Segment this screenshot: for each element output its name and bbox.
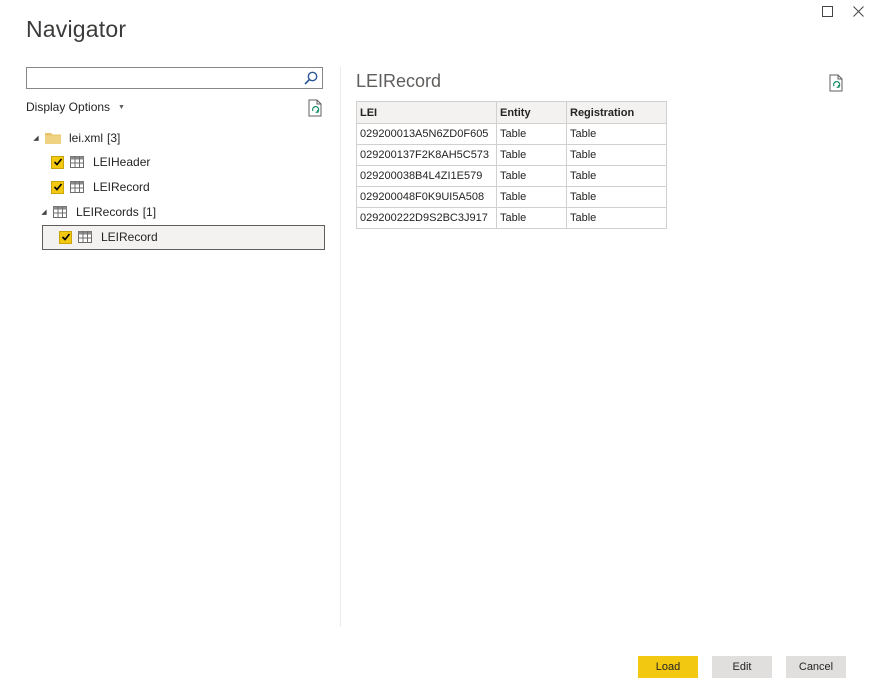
- column-header[interactable]: LEI: [356, 101, 497, 124]
- refresh-icon[interactable]: [307, 99, 323, 117]
- table-cell: 029200038B4L4ZI1E579: [356, 165, 497, 187]
- search-icon[interactable]: [303, 70, 319, 86]
- cancel-button[interactable]: Cancel: [786, 656, 846, 678]
- checkbox[interactable]: [51, 180, 64, 194]
- tree-item-leiheader[interactable]: LEIHeader: [51, 151, 150, 173]
- preview-title: LEIRecord: [356, 71, 442, 91]
- table-cell: 029200013A5N6ZD0F605: [356, 123, 497, 145]
- dialog-title: Navigator: [26, 16, 127, 42]
- tree-item-label: LEIHeader: [93, 155, 151, 169]
- table-cell: 029200222D9S2BC3J917: [356, 207, 497, 229]
- tree-node-label: lei.xml: [69, 131, 104, 145]
- maximize-icon: [821, 5, 833, 17]
- chevron-down-icon: ▼: [118, 103, 125, 111]
- table-icon: [78, 231, 92, 243]
- maximize-button[interactable]: [819, 3, 835, 19]
- display-options-label: Display Options: [26, 100, 111, 114]
- table-header-row: LEI Entity Registration: [356, 101, 667, 124]
- tree-node-label: LEIRecords: [76, 205, 139, 219]
- table-row: 029200048F0K9UI5A508 Table Table: [356, 186, 667, 208]
- expand-collapse-icon[interactable]: ◢: [40, 208, 48, 216]
- tree-node-root[interactable]: ◢ lei.xml [3]: [32, 127, 120, 149]
- table-cell[interactable]: Table: [496, 207, 567, 229]
- table-row: 029200137F2K8AH5C573 Table Table: [356, 144, 667, 166]
- table-cell[interactable]: Table: [496, 144, 567, 166]
- table-cell[interactable]: Table: [566, 165, 667, 187]
- table-cell[interactable]: Table: [496, 186, 567, 208]
- close-icon: [852, 5, 864, 17]
- table-cell: 029200048F0K9UI5A508: [356, 186, 497, 208]
- column-header[interactable]: Registration: [566, 101, 667, 124]
- checkbox[interactable]: [51, 155, 64, 169]
- table-icon: [70, 156, 84, 168]
- table-row: 029200013A5N6ZD0F605 Table Table: [356, 123, 667, 145]
- pane-divider[interactable]: [340, 67, 341, 627]
- checkmark-icon: [53, 183, 62, 191]
- table-cell[interactable]: Table: [566, 123, 667, 145]
- table-cell[interactable]: Table: [496, 165, 567, 187]
- table-icon: [70, 181, 84, 193]
- tree-node-count: [3]: [107, 131, 121, 145]
- search-box[interactable]: [26, 67, 323, 89]
- checkbox[interactable]: [59, 230, 72, 244]
- table-cell: 029200137F2K8AH5C573: [356, 144, 497, 166]
- tree-item-selected-content[interactable]: LEIRecord: [59, 226, 158, 248]
- display-options-dropdown[interactable]: Display Options ▼: [26, 100, 125, 114]
- checkmark-icon: [53, 158, 62, 166]
- column-header[interactable]: Entity: [496, 101, 567, 124]
- expand-collapse-icon[interactable]: ◢: [32, 134, 40, 142]
- table-row: 029200038B4L4ZI1E579 Table Table: [356, 165, 667, 187]
- table-cell[interactable]: Table: [566, 207, 667, 229]
- table-cell[interactable]: Table: [496, 123, 567, 145]
- edit-button[interactable]: Edit: [712, 656, 772, 678]
- tree-item-label: LEIRecord: [101, 230, 158, 244]
- refresh-icon[interactable]: [828, 74, 844, 92]
- tree-node-leirecords[interactable]: ◢ LEIRecords [1]: [40, 201, 156, 223]
- table-cell[interactable]: Table: [566, 144, 667, 166]
- tree-node-count: [1]: [142, 205, 157, 219]
- table-cell[interactable]: Table: [566, 186, 667, 208]
- checkmark-icon: [61, 233, 70, 241]
- load-button[interactable]: Load: [638, 656, 698, 678]
- table-row: 029200222D9S2BC3J917 Table Table: [356, 207, 667, 229]
- close-button[interactable]: [850, 3, 866, 19]
- tree-item-leirecord[interactable]: LEIRecord: [51, 176, 150, 198]
- tree-item-label: LEIRecord: [93, 180, 150, 194]
- navigator-dialog: Navigator Display Options ▼ ◢ lei.xml [3…: [0, 0, 874, 695]
- search-input[interactable]: [27, 68, 305, 88]
- table-icon: [53, 206, 67, 218]
- folder-icon: [45, 133, 61, 144]
- preview-table: LEI Entity Registration 029200013A5N6ZD0…: [356, 101, 667, 229]
